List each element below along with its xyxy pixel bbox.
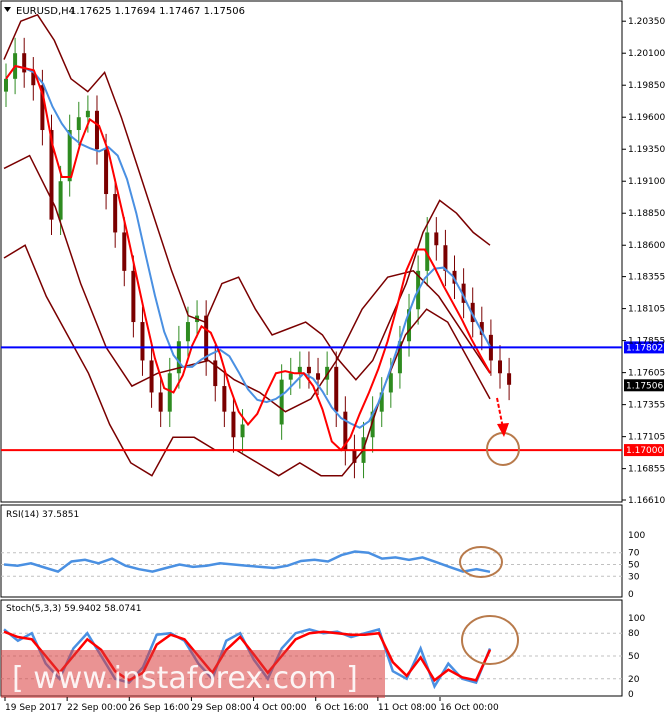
time-tick-label: 16 Oct 00:00 (440, 703, 499, 713)
candle-body (334, 366, 339, 412)
time-tick-label: 11 Oct 08:00 (378, 703, 437, 713)
chart-ohlc: 1.17625 1.17694 1.17467 1.17506 (70, 6, 245, 17)
price-tick-label: 1.20350 (628, 17, 665, 27)
candle-body (185, 322, 190, 342)
candle-body (131, 270, 136, 323)
candle-body (279, 379, 284, 425)
price-tick-label: 1.17605 (628, 369, 665, 379)
time-tick-label: 19 Sep 2017 (5, 703, 62, 713)
price-tick-label: 1.18355 (628, 273, 665, 283)
candle-body (58, 181, 63, 220)
price-tick-label: 1.17855 (628, 337, 665, 347)
candle-body (388, 373, 393, 393)
price-tick-label: 1.18850 (628, 209, 665, 219)
chart-canvas: 1.178021.170001.17506 1.203501.201001.19… (0, 0, 665, 713)
rsi-panel (0, 504, 623, 598)
time-tick-label: 4 Oct 00:00 (254, 703, 307, 713)
candle-body (140, 322, 145, 361)
price-tick-label: 1.19100 (628, 177, 665, 187)
candle-body (316, 373, 321, 380)
price-tick-label: 1.19850 (628, 81, 665, 91)
candle-body (158, 392, 163, 412)
rsi-tick-label: 100 (628, 531, 645, 541)
watermark-text: [ www.instaforex.com ] (12, 661, 358, 696)
price-tick-label: 1.16855 (628, 465, 665, 475)
candle-body (297, 366, 302, 374)
candle-body (4, 78, 8, 92)
stoch-tick-label: 80 (628, 629, 640, 639)
candle-body (306, 366, 311, 374)
stoch-title: Stoch(5,3,3) 59.9402 58.0741 (6, 604, 141, 614)
rsi-tick-label: 30 (628, 572, 640, 582)
price-tick-label: 1.18600 (628, 241, 665, 251)
candle-body (288, 373, 293, 380)
candle-body (85, 110, 90, 118)
candle-body (76, 117, 81, 131)
stoch-axis: 100 80 50 20 0 (628, 614, 645, 700)
price-axis: 1.20350 1.20100 1.19850 1.19600 1.19350 1.191… (622, 17, 665, 506)
price-tick-label: 1.19600 (628, 113, 665, 123)
rsi-tick-label: 0 (628, 590, 634, 600)
candle-body (231, 411, 236, 438)
last-price-label: 1.17506 (626, 381, 663, 391)
price-tick-label: 1.17355 (628, 401, 665, 411)
stoch-tick-label: 0 (628, 690, 634, 700)
rsi-tick-label: 50 (628, 561, 640, 571)
chart-symbol: EURUSD,H4 (16, 6, 75, 17)
time-tick-label: 29 Sep 08:00 (191, 703, 251, 713)
price-tick-label: 1.16610 (628, 496, 665, 506)
candle-body (222, 386, 227, 412)
price-tick-label: 1.19350 (628, 145, 665, 155)
price-tick-label: 1.20100 (628, 49, 665, 59)
candle-body (434, 232, 439, 246)
rsi-axis: 100 70 5030 0 (628, 531, 645, 600)
candle-body (94, 110, 99, 150)
price-level-label: 1.17000 (626, 446, 663, 456)
price-tick-label: 1.18105 (628, 305, 665, 315)
time-tick-label: 6 Oct 16:00 (316, 703, 369, 713)
rsi-title: RSI(14) 37.5851 (6, 510, 79, 520)
candle-body (113, 194, 118, 233)
time-tick-label: 26 Sep 16:00 (129, 703, 189, 713)
candle-body (240, 424, 245, 438)
rsi-tick-label: 70 (628, 549, 640, 559)
candle-body (104, 149, 109, 195)
time-tick-label: 22 Sep 00:00 (67, 703, 127, 713)
stoch-tick-label: 100 (628, 614, 645, 624)
candle-body (122, 232, 127, 271)
price-tick-label: 1.17105 (628, 433, 665, 443)
candle-body (67, 130, 72, 182)
time-axis: 19 Sep 2017 22 Sep 00:00 26 Sep 16:00 29 Se… (4, 697, 499, 713)
candle-body (507, 373, 512, 385)
price-panel (0, 0, 623, 503)
candle-body (498, 360, 503, 374)
stoch-tick-label: 50 (628, 652, 640, 662)
stoch-tick-label: 20 (628, 675, 640, 685)
